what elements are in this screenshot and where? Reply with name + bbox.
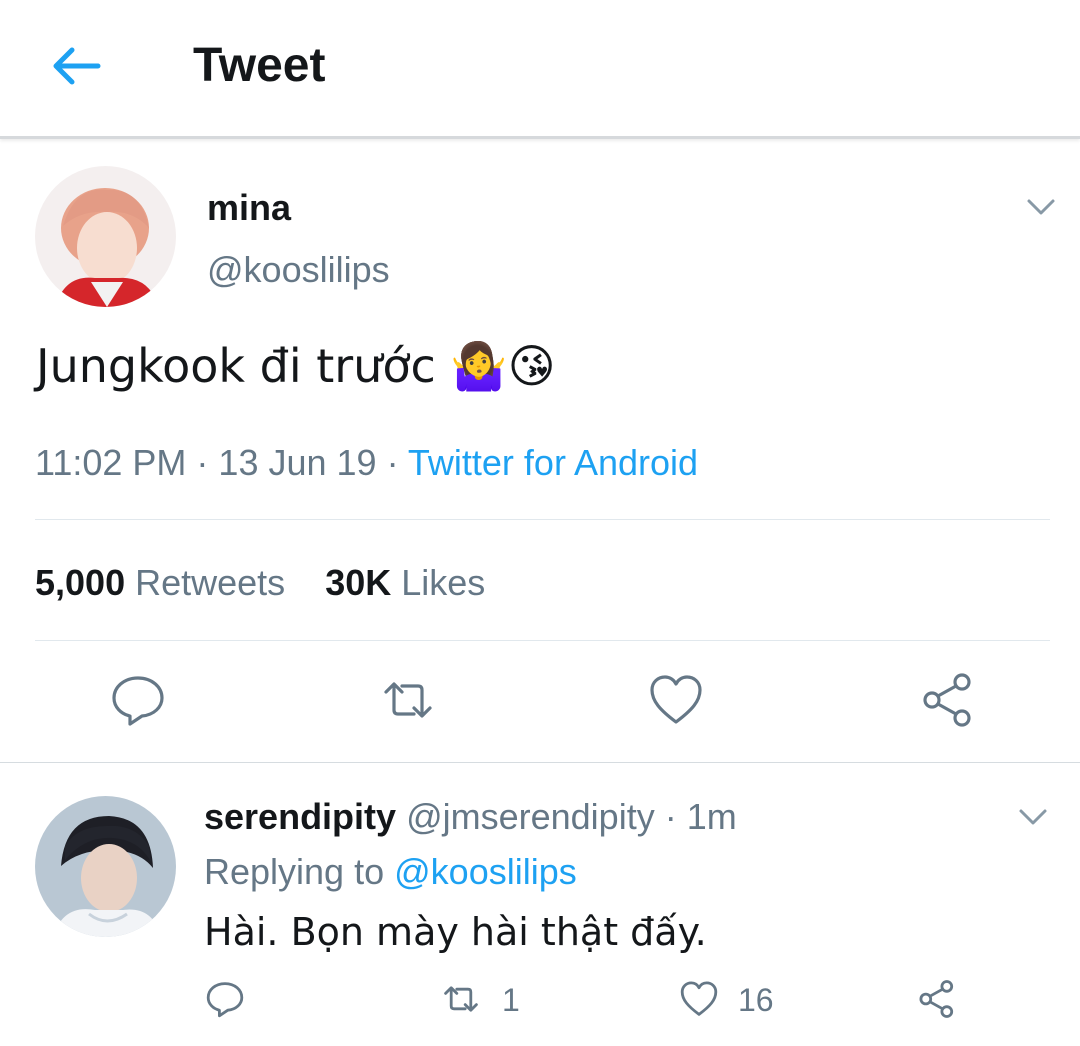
- tweet-time: 11:02 PM: [35, 442, 187, 483]
- retweet-icon[interactable]: [440, 978, 482, 1020]
- reply-header: serendipity @jmserendipity · 1m: [204, 794, 737, 840]
- reply-author-handle[interactable]: @jmserendipity: [406, 796, 655, 837]
- heart-icon[interactable]: [646, 670, 706, 730]
- author-handle[interactable]: @kooslilips: [207, 248, 390, 292]
- reply-like-count: 16: [738, 982, 774, 1018]
- avatar[interactable]: [35, 166, 176, 307]
- back-arrow-icon[interactable]: [50, 44, 102, 88]
- likes-count: 30K: [325, 562, 392, 603]
- meta-separator: ·: [186, 442, 219, 483]
- replying-to-handle[interactable]: @kooslilips: [394, 851, 577, 892]
- likes-label: Likes: [401, 562, 486, 603]
- chevron-down-icon[interactable]: [1026, 198, 1056, 216]
- page-title: Tweet: [193, 39, 326, 92]
- retweets-stat[interactable]: 5,000 Retweets: [35, 562, 285, 603]
- reply-text: Hài. Bọn mày hài thật đấy.: [204, 910, 707, 954]
- likes-stat[interactable]: 30K Likes: [325, 562, 485, 603]
- replying-to-label: Replying to: [204, 851, 385, 892]
- share-icon[interactable]: [916, 978, 958, 1020]
- divider: [35, 640, 1050, 641]
- replying-to: Replying to @kooslilips: [204, 849, 577, 895]
- meta-separator: ·: [654, 796, 687, 837]
- author-name[interactable]: mina: [207, 186, 291, 230]
- divider: [35, 519, 1050, 520]
- tweet-text: Jungkook đi trước 🤷‍♀️😘: [36, 339, 556, 393]
- tweet-source-link[interactable]: Twitter for Android: [408, 442, 698, 483]
- reply-author-name[interactable]: serendipity: [204, 796, 396, 837]
- heart-icon[interactable]: [678, 978, 720, 1020]
- top-bar: Tweet: [0, 0, 1080, 139]
- reply-icon[interactable]: [108, 670, 168, 730]
- tweet-date: 13 Jun 19: [218, 442, 377, 483]
- chevron-down-icon[interactable]: [1018, 808, 1048, 826]
- reply-retweet-count: 1: [502, 982, 520, 1018]
- share-icon[interactable]: [918, 670, 978, 730]
- meta-separator: ·: [376, 442, 408, 483]
- tweet-meta: 11:02 PM · 13 Jun 19 · Twitter for Andro…: [35, 440, 698, 486]
- retweets-count: 5,000: [35, 562, 126, 603]
- reply-icon[interactable]: [204, 978, 246, 1020]
- reply-avatar[interactable]: [35, 796, 176, 937]
- reply-time: 1m: [686, 796, 737, 837]
- section-divider: [0, 762, 1080, 763]
- retweets-label: Retweets: [135, 562, 286, 603]
- tweet-stats: 5,000 Retweets 30K Likes: [35, 560, 485, 606]
- retweet-icon[interactable]: [378, 670, 438, 730]
